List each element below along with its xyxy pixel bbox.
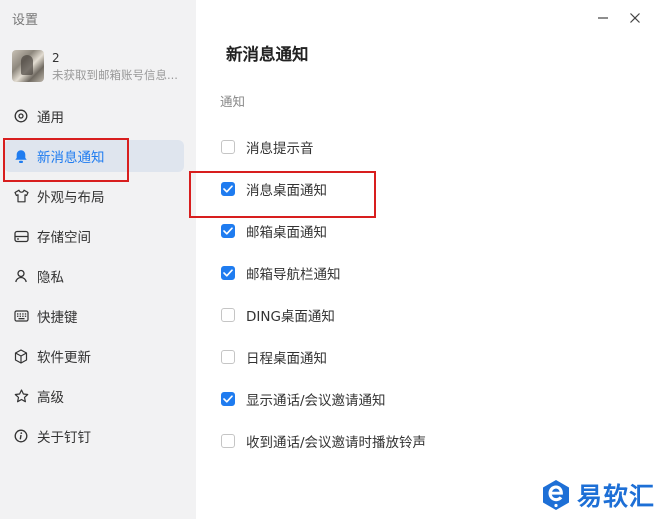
check-icon	[223, 227, 233, 235]
checkbox[interactable]	[221, 308, 235, 322]
checkbox[interactable]	[221, 392, 235, 406]
checkbox[interactable]	[221, 350, 235, 364]
storage-icon	[13, 228, 29, 244]
profile[interactable]: 2 未获取到邮箱账号信息...	[12, 50, 192, 84]
option-label: 邮箱桌面通知	[246, 225, 327, 241]
sidebar-item-shortcuts[interactable]: 快捷键	[4, 300, 184, 332]
option-mail-navbar-notify[interactable]: 邮箱导航栏通知	[220, 262, 341, 284]
avatar[interactable]	[12, 50, 44, 82]
user-name: 2	[52, 51, 60, 65]
check-icon	[223, 269, 233, 277]
sidebar: 设置 2 未获取到邮箱账号信息... 通用 新消息通知 外观与布局 存储空间 隐…	[0, 0, 196, 519]
option-label: 日程桌面通知	[246, 351, 327, 367]
sidebar-item-label: 快捷键	[37, 310, 78, 326]
general-icon	[13, 108, 29, 124]
option-label: DING桌面通知	[246, 309, 335, 325]
option-label: 消息提示音	[246, 141, 314, 157]
option-call-invite-ringtone[interactable]: 收到通话/会议邀请时播放铃声	[220, 430, 426, 452]
watermark: 易软汇	[541, 477, 655, 513]
close-icon	[630, 13, 640, 23]
sidebar-item-about[interactable]: 关于钉钉	[4, 420, 184, 452]
sidebar-item-label: 外观与布局	[37, 190, 105, 206]
sidebar-item-general[interactable]: 通用	[4, 100, 184, 132]
star-icon	[13, 388, 29, 404]
cube-icon	[13, 348, 29, 364]
checkbox[interactable]	[221, 182, 235, 196]
sidebar-item-label: 高级	[37, 390, 64, 406]
section-label: 通知	[220, 94, 246, 109]
option-ding-desktop-notify[interactable]: DING桌面通知	[220, 304, 335, 326]
bell-icon	[13, 148, 29, 164]
sidebar-item-notifications[interactable]: 新消息通知	[4, 140, 184, 172]
brand-logo-icon	[542, 480, 569, 510]
sidebar-item-label: 软件更新	[37, 350, 91, 366]
keyboard-icon	[13, 308, 29, 324]
checkbox[interactable]	[221, 434, 235, 448]
option-label: 邮箱导航栏通知	[246, 267, 341, 283]
minimize-icon	[598, 17, 608, 19]
window-title: 设置	[12, 13, 39, 28]
sidebar-item-advanced[interactable]: 高级	[4, 380, 184, 412]
option-label: 收到通话/会议邀请时播放铃声	[246, 435, 427, 451]
checkbox[interactable]	[221, 266, 235, 280]
sidebar-item-storage[interactable]: 存储空间	[4, 220, 184, 252]
page-title: 新消息通知	[226, 45, 309, 64]
sidebar-item-label: 通用	[37, 110, 64, 126]
option-label: 消息桌面通知	[246, 183, 327, 199]
watermark-text: 易软汇	[576, 482, 655, 511]
checkbox[interactable]	[221, 224, 235, 238]
option-calendar-desktop-notify[interactable]: 日程桌面通知	[220, 346, 327, 368]
option-label: 显示通话/会议邀请通知	[246, 393, 386, 409]
sidebar-item-label: 新消息通知	[37, 150, 105, 166]
close-button[interactable]	[625, 8, 645, 28]
minimize-button[interactable]	[593, 8, 613, 28]
option-mail-desktop-notify[interactable]: 邮箱桌面通知	[220, 220, 327, 242]
info-icon	[13, 428, 29, 444]
sidebar-item-appearance[interactable]: 外观与布局	[4, 180, 184, 212]
check-icon	[223, 185, 233, 193]
window-controls	[593, 8, 653, 28]
sidebar-item-update[interactable]: 软件更新	[4, 340, 184, 372]
shirt-icon	[13, 188, 29, 204]
checkbox[interactable]	[221, 140, 235, 154]
sidebar-item-label: 存储空间	[37, 230, 91, 246]
person-icon	[13, 268, 29, 284]
sidebar-item-label: 关于钉钉	[37, 430, 91, 446]
option-message-desktop-notify[interactable]: 消息桌面通知	[220, 178, 327, 200]
option-call-invite-notify[interactable]: 显示通话/会议邀请通知	[220, 388, 386, 410]
user-subtitle: 未获取到邮箱账号信息...	[52, 68, 178, 82]
sidebar-item-privacy[interactable]: 隐私	[4, 260, 184, 292]
option-message-sound[interactable]: 消息提示音	[220, 136, 314, 158]
sidebar-item-label: 隐私	[37, 270, 64, 286]
check-icon	[223, 395, 233, 403]
